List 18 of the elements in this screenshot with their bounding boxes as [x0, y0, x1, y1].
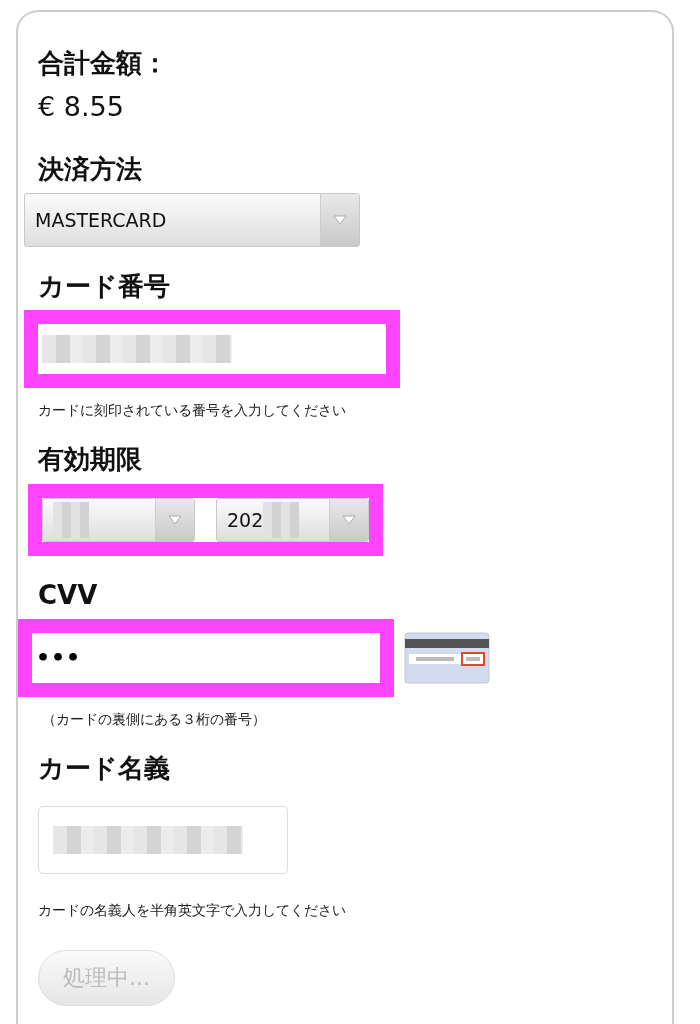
- dropdown-arrow-icon: [333, 215, 347, 226]
- expiry-select[interactable]: [42, 497, 195, 542]
- dropdown-arrow-icon: [342, 514, 356, 525]
- field-label: カード番号: [38, 271, 170, 303]
- cardholder-name-field[interactable]: [38, 805, 288, 874]
- expiry-select[interactable]: 202: [216, 497, 369, 542]
- field-label: CVV: [38, 579, 98, 611]
- total-amount: € 8.55: [38, 91, 124, 122]
- card-back-icon: [404, 631, 490, 684]
- total-label: 合計金額：: [38, 47, 168, 80]
- payment-method-select[interactable]: MASTERCARD: [24, 193, 360, 248]
- dropdown-arrow-icon: [168, 514, 182, 525]
- field-label: 有効期限: [38, 444, 142, 476]
- field-hint: （カードの裏側にある３桁の番号）: [42, 710, 266, 729]
- field-hint: カードに刻印されている番号を入力してください: [38, 402, 346, 421]
- field-label: カード名義: [38, 752, 170, 784]
- field-hint: カードの名義人を半角英文字で入力してください: [38, 901, 346, 920]
- field-label: 決済方法: [38, 154, 142, 186]
